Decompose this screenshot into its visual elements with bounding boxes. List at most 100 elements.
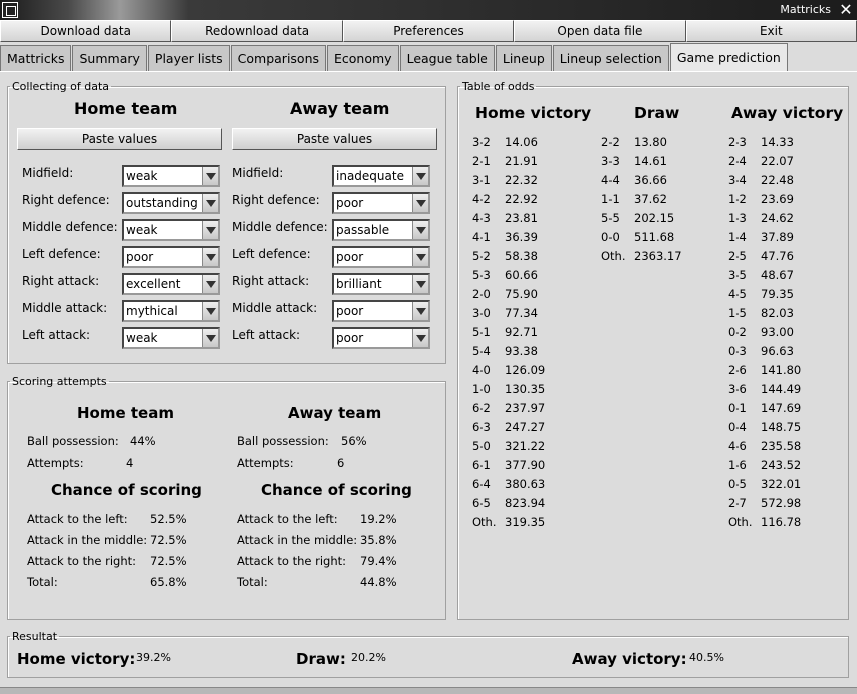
away-midfield-select[interactable]: inadequate [332, 165, 430, 187]
chevron-down-icon[interactable] [412, 221, 428, 239]
home-left-defence-value: poor [126, 250, 154, 264]
open-data-file-button[interactable]: Open data file [514, 20, 686, 42]
chevron-down-icon[interactable] [202, 194, 218, 212]
tab-mattricks[interactable]: Mattricks [0, 45, 72, 72]
home-right-defence-label: Right defence: [22, 193, 110, 207]
home-left-attack-select[interactable]: weak [122, 327, 220, 349]
away-paste-values-button[interactable]: Paste values [232, 128, 437, 150]
chevron-down-icon[interactable] [202, 221, 218, 239]
odds-away-value: 148.75 [761, 420, 802, 434]
home-paste-values-button[interactable]: Paste values [17, 128, 222, 150]
odds-draw-heading: Draw [634, 104, 680, 122]
odds-away-score: 4-6 [728, 439, 747, 453]
odds-away-value: 47.76 [761, 249, 794, 263]
redownload-data-button[interactable]: Redownload data [171, 20, 343, 42]
odds-table-legend: Table of odds [462, 80, 535, 93]
odds-home-value: 319.35 [505, 515, 546, 529]
odds-away-value: 144.49 [761, 382, 802, 396]
home-middle-chance-label: Attack in the middle: [27, 533, 148, 547]
away-middle-chance-label: Attack in the middle: [237, 533, 358, 547]
away-possession-value: 56% [341, 434, 367, 448]
away-right-chance-value: 79.4% [360, 554, 397, 568]
odds-draw-score: 4-4 [601, 173, 620, 187]
home-right-defence-select[interactable]: outstanding [122, 192, 220, 214]
odds-home-score: 6-2 [472, 401, 491, 415]
odds-away-value: 235.58 [761, 439, 802, 453]
odds-away-value: 141.80 [761, 363, 802, 377]
chevron-down-icon[interactable] [412, 167, 428, 185]
chevron-down-icon[interactable] [202, 248, 218, 266]
odds-home-score: 4-1 [472, 230, 491, 244]
scoring-attempts-legend: Scoring attempts [12, 375, 107, 388]
home-left-defence-label: Left defence: [22, 247, 101, 261]
chevron-down-icon[interactable] [202, 329, 218, 347]
result-home-label: Home victory: [17, 650, 136, 668]
chevron-down-icon[interactable] [202, 275, 218, 293]
odds-away-value: 96.63 [761, 344, 794, 358]
result-away-label: Away victory: [572, 650, 687, 668]
away-right-defence-select[interactable]: poor [332, 192, 430, 214]
odds-home-value: 377.90 [505, 458, 546, 472]
chevron-down-icon[interactable] [202, 167, 218, 185]
toolbar: Download data Redownload data Preference… [0, 20, 857, 42]
odds-away-score: 1-4 [728, 230, 747, 244]
tab-lineup-selection[interactable]: Lineup selection [552, 45, 669, 72]
odds-home-score: 5-2 [472, 249, 491, 263]
chevron-down-icon[interactable] [412, 275, 428, 293]
odds-away-value: 322.01 [761, 477, 802, 491]
odds-home-score: 3-2 [472, 135, 491, 149]
tab-player-lists[interactable]: Player lists [147, 45, 230, 72]
home-midfield-select[interactable]: weak [122, 165, 220, 187]
home-right-attack-select[interactable]: excellent [122, 273, 220, 295]
home-middle-defence-select[interactable]: weak [122, 219, 220, 241]
game-prediction-panel: Collecting of data Home team Away team P… [0, 71, 857, 688]
odds-home-value: 247.27 [505, 420, 546, 434]
home-right-chance-value: 72.5% [150, 554, 187, 568]
odds-home-score: 2-1 [472, 154, 491, 168]
odds-home-value: 237.97 [505, 401, 546, 415]
away-midfield-value: inadequate [336, 169, 404, 183]
chevron-down-icon[interactable] [202, 302, 218, 320]
preferences-button[interactable]: Preferences [342, 20, 515, 42]
odds-away-value: 24.62 [761, 211, 794, 225]
away-left-attack-label: Left attack: [232, 328, 301, 342]
away-left-defence-select[interactable]: poor [332, 246, 430, 268]
chevron-down-icon[interactable] [412, 302, 428, 320]
tab-game-prediction[interactable]: Game prediction [669, 43, 788, 72]
odds-home-value: 14.06 [505, 135, 538, 149]
odds-home-score: 1-0 [472, 382, 491, 396]
odds-home-score: 4-2 [472, 192, 491, 206]
home-middle-attack-select[interactable]: mythical [122, 300, 220, 322]
odds-away-heading: Away victory [731, 104, 844, 122]
away-right-attack-select[interactable]: brilliant [332, 273, 430, 295]
home-middle-defence-label: Middle defence: [22, 220, 118, 234]
odds-away-value: 93.00 [761, 325, 794, 339]
odds-draw-score: 3-3 [601, 154, 620, 168]
close-icon[interactable]: ✕ [837, 1, 855, 19]
odds-away-score: 2-4 [728, 154, 747, 168]
chevron-down-icon[interactable] [412, 248, 428, 266]
home-left-defence-select[interactable]: poor [122, 246, 220, 268]
odds-home-score: 5-0 [472, 439, 491, 453]
away-left-attack-select[interactable]: poor [332, 327, 430, 349]
odds-away-score: 1-2 [728, 192, 747, 206]
away-total-chance-value: 44.8% [360, 575, 397, 589]
window-menu-icon[interactable] [2, 2, 18, 18]
away-middle-defence-select[interactable]: passable [332, 219, 430, 241]
tab-summary[interactable]: Summary [72, 45, 147, 72]
home-right-attack-value: excellent [126, 277, 181, 291]
odds-away-value: 22.07 [761, 154, 794, 168]
tab-comparisons[interactable]: Comparisons [230, 45, 327, 72]
odds-draw-value: 14.61 [634, 154, 667, 168]
exit-button[interactable]: Exit [685, 20, 857, 42]
scoring-away-heading: Away team [288, 404, 382, 422]
tab-lineup[interactable]: Lineup [495, 45, 552, 72]
chevron-down-icon[interactable] [412, 329, 428, 347]
odds-draw-score: 5-5 [601, 211, 620, 225]
odds-home-value: 380.63 [505, 477, 546, 491]
chevron-down-icon[interactable] [412, 194, 428, 212]
away-middle-attack-select[interactable]: poor [332, 300, 430, 322]
download-data-button[interactable]: Download data [0, 20, 172, 42]
tab-economy[interactable]: Economy [327, 45, 399, 72]
tab-league-table[interactable]: League table [399, 45, 495, 72]
